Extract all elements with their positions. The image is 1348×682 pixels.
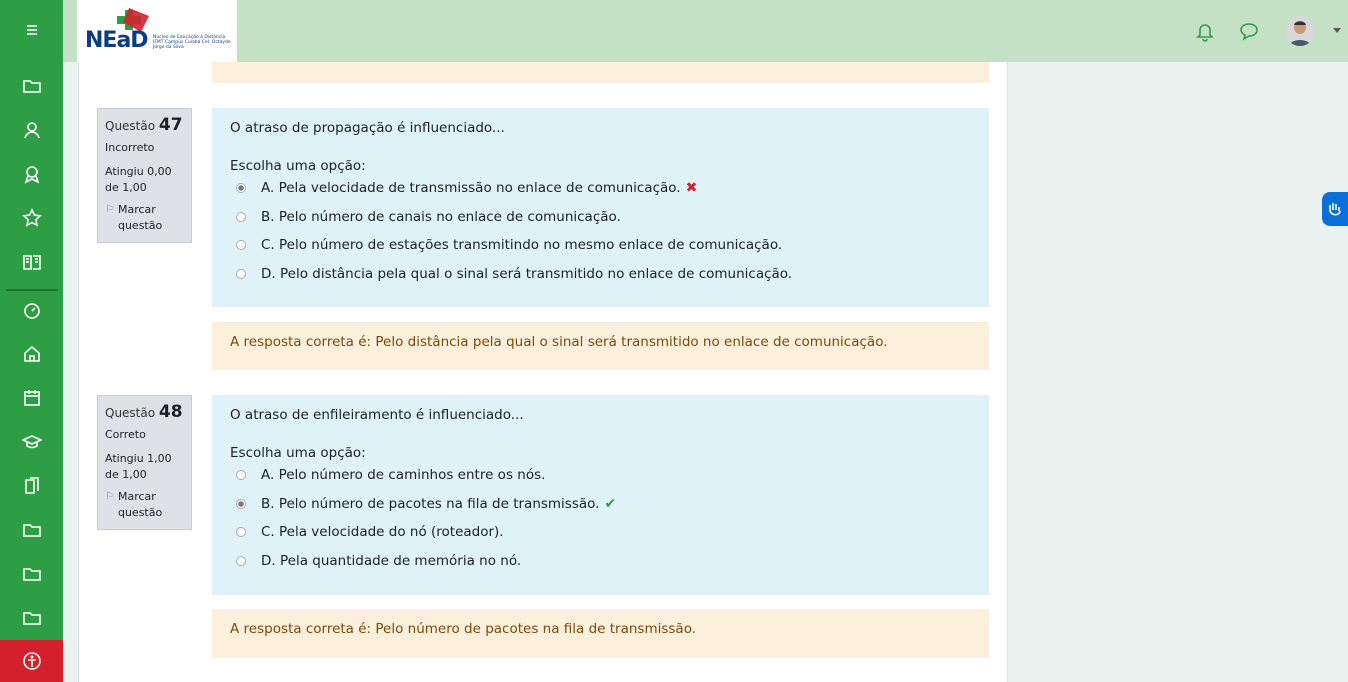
radio-button[interactable] <box>236 183 246 194</box>
dashboard-icon[interactable] <box>0 290 63 330</box>
answer-option[interactable]: B. Pelo número de canais no enlace de co… <box>230 203 971 232</box>
folder-icon[interactable] <box>0 66 63 106</box>
correct-answer-feedback: A resposta correta é: Pelo distância pel… <box>212 322 989 370</box>
sign-language-widget-button[interactable] <box>1322 192 1348 226</box>
graduation-icon[interactable] <box>0 422 63 462</box>
badge-icon[interactable] <box>0 154 63 194</box>
radio-button[interactable] <box>236 555 246 566</box>
question-text: O atraso de propagação é influenciado... <box>230 120 505 136</box>
radio-button[interactable] <box>236 211 246 222</box>
flag-icon: ⚐ <box>105 204 114 215</box>
answer-option[interactable]: A. Pela velocidade de transmissão no enl… <box>230 174 971 203</box>
avatar[interactable] <box>1285 16 1315 46</box>
question-grade: Atingiu 0,00 de 1,00 <box>105 165 172 194</box>
bell-icon[interactable] <box>1194 20 1216 42</box>
correct-answer-feedback: A resposta correta é: Pelo número de pac… <box>212 609 989 658</box>
folder-icon[interactable] <box>0 598 63 638</box>
user-menu-caret[interactable] <box>1333 28 1341 33</box>
logo-text: NEaD <box>85 28 149 53</box>
answer-option[interactable]: B. Pelo número de pacotes na fila de tra… <box>230 490 971 519</box>
files-icon[interactable] <box>0 466 63 506</box>
radio-button[interactable] <box>236 240 246 251</box>
correct-icon: ✔ <box>604 495 617 512</box>
question-content: O atraso de enfileiramento é influenciad… <box>212 395 989 595</box>
answer-option[interactable]: A. Pelo número de caminhos entre os nós. <box>230 461 971 490</box>
flag-question-link[interactable]: ⚐ Marcar questão <box>105 202 184 234</box>
answer-prompt: Escolha uma opção: <box>230 445 366 461</box>
question-info: Questão 48 Correto Atingiu 1,00 de 1,00 … <box>97 395 192 530</box>
sidebar <box>0 0 63 682</box>
answer-option[interactable]: D. Pela quantidade de memória no nó. <box>230 547 971 576</box>
answer-option[interactable]: D. Pelo distância pela qual o sinal será… <box>230 260 971 289</box>
home-icon[interactable] <box>0 334 63 374</box>
menu-icon[interactable] <box>0 10 63 50</box>
question-state: Correto <box>105 428 146 441</box>
book-icon[interactable] <box>0 242 63 282</box>
radio-button[interactable] <box>236 527 246 538</box>
top-navbar: NEaD Núcleo de Educação à Distância IFMT… <box>63 0 1348 62</box>
previous-feedback <box>212 62 989 83</box>
question-grade: Atingiu 1,00 de 1,00 <box>105 452 172 481</box>
radio-button[interactable] <box>236 470 246 481</box>
folder-icon[interactable] <box>0 554 63 594</box>
answer-option[interactable]: C. Pelo número de estações transmitindo … <box>230 231 971 260</box>
question-number: Questão 48 <box>105 402 183 422</box>
logo-subtitle: Núcleo de Educação à Distância IFMT Camp… <box>153 35 231 50</box>
flag-question-link[interactable]: ⚐ Marcar questão <box>105 489 184 521</box>
accessibility-icon[interactable] <box>0 640 63 682</box>
question-content: O atraso de propagação é influenciado...… <box>212 108 989 307</box>
question-info: Questão 47 Incorreto Atingiu 0,00 de 1,0… <box>97 108 192 243</box>
folder-icon[interactable] <box>0 510 63 550</box>
question-state: Incorreto <box>105 141 155 154</box>
incorrect-icon: ✖ <box>685 180 698 197</box>
chat-icon[interactable] <box>1238 20 1260 42</box>
radio-button[interactable] <box>236 268 246 279</box>
flag-icon: ⚐ <box>105 491 114 502</box>
answer-prompt: Escolha uma opção: <box>230 158 366 174</box>
users-icon[interactable] <box>0 110 63 150</box>
question-text: O atraso de enfileiramento é influenciad… <box>230 407 524 423</box>
site-logo[interactable]: NEaD Núcleo de Educação à Distância IFMT… <box>77 0 237 62</box>
radio-button[interactable] <box>236 498 246 509</box>
question-number: Questão 47 <box>105 115 183 135</box>
calendar-icon[interactable] <box>0 378 63 418</box>
star-icon[interactable] <box>0 198 63 238</box>
answer-option[interactable]: C. Pela velocidade do nó (roteador). <box>230 518 971 547</box>
